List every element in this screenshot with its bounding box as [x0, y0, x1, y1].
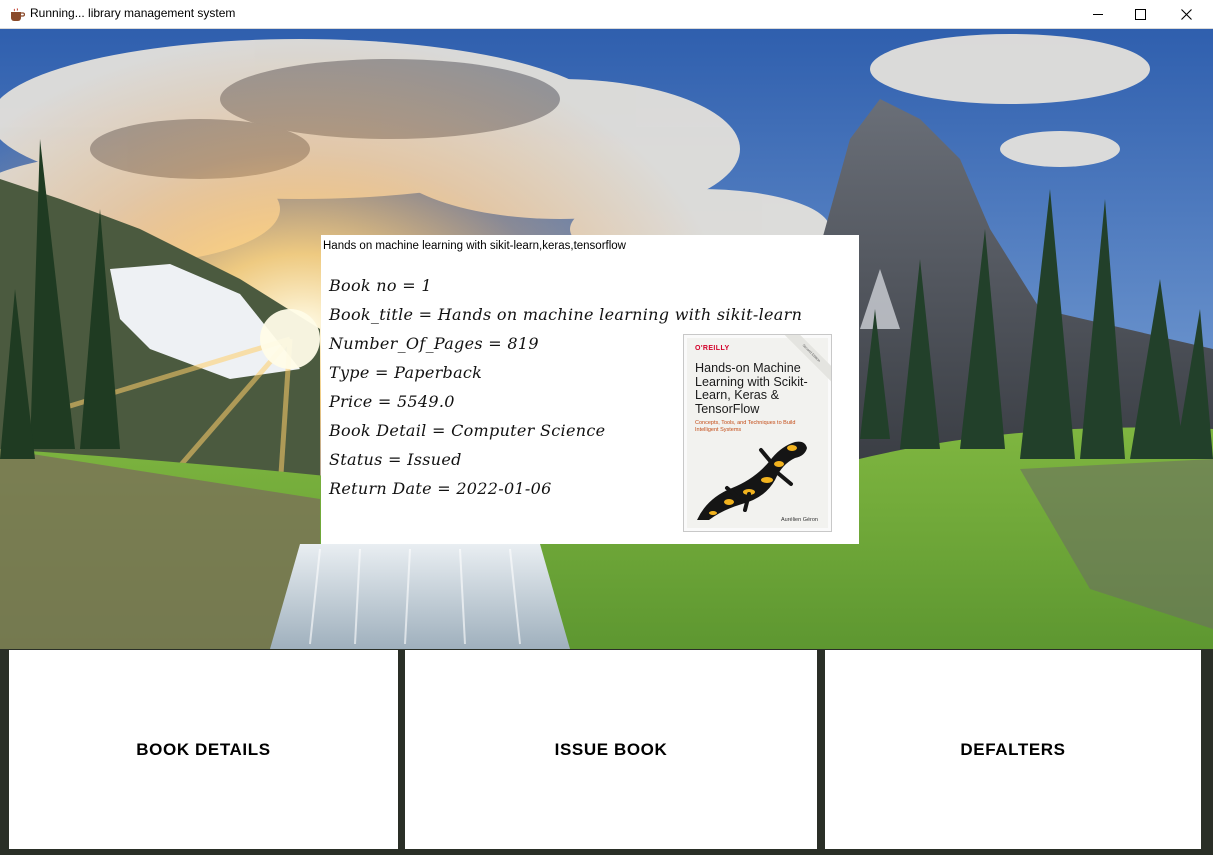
- minimize-button[interactable]: [1075, 0, 1121, 29]
- book-detail-field: Book Detail = Computer Science: [329, 421, 606, 440]
- defalters-button[interactable]: DEFALTERS: [825, 650, 1201, 849]
- window-title: Running... library management system: [30, 6, 236, 20]
- book-info-panel: Hands on machine learning with sikit-lea…: [321, 235, 859, 544]
- price-field: Price = 5549.0: [329, 392, 455, 411]
- maximize-button[interactable]: [1117, 0, 1163, 29]
- book-details-button[interactable]: BOOK DETAILS: [9, 650, 398, 849]
- book-cover-image: Second Edition O'REILLY Hands-on Machine…: [683, 334, 832, 532]
- coffee-cup-icon: [10, 7, 26, 21]
- issue-book-label: ISSUE BOOK: [554, 739, 668, 759]
- return-date-field: Return Date = 2022-01-06: [329, 479, 552, 498]
- status-field: Status = Issued: [329, 450, 462, 469]
- book-panel-heading: Hands on machine learning with sikit-lea…: [323, 240, 626, 252]
- close-button[interactable]: [1163, 0, 1209, 29]
- number-of-pages-field: Number_Of_Pages = 819: [329, 334, 539, 353]
- window-title-bar: Running... library management system: [0, 0, 1213, 29]
- issue-book-button[interactable]: ISSUE BOOK: [405, 650, 817, 849]
- minimize-icon: [1092, 14, 1103, 15]
- book-title-field: Book_title = Hands on machine learning w…: [329, 305, 803, 324]
- book-details-label: BOOK DETAILS: [136, 739, 271, 759]
- maximize-icon: [1134, 9, 1146, 20]
- cover-author: Aurélien Géron: [781, 517, 818, 523]
- type-field: Type = Paperback: [329, 363, 483, 382]
- book-no-field: Book no = 1: [329, 276, 432, 295]
- defalters-label: DEFALTERS: [960, 739, 1066, 759]
- salamander-illustration-icon: [697, 441, 807, 520]
- close-icon: [1180, 9, 1192, 20]
- cover-publisher: O'REILLY: [695, 345, 730, 352]
- cover-title: Hands-on Machine Learning with Scikit-Le…: [695, 361, 808, 416]
